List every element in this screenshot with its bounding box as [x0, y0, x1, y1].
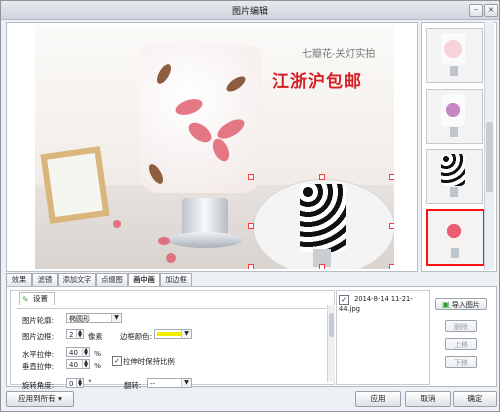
resize-handle-top-left[interactable]	[248, 174, 254, 180]
tab-add-border[interactable]: 加边框	[160, 273, 192, 286]
window-title: 图片编辑	[231, 7, 268, 17]
thumbnail-scroll-thumb[interactable]	[486, 122, 493, 192]
resize-handle-left[interactable]	[248, 223, 254, 229]
settings-tab[interactable]: ✎ 设置	[19, 292, 55, 305]
lamp-foot	[168, 232, 242, 248]
lamp-thumbnail-cow-icon	[441, 154, 465, 186]
tab-effect[interactable]: 效果	[6, 273, 32, 286]
settings-box: ✎ 设置 图片轮廓: 椭圆形 ▼ 图片边框: 2 ▲ ▼ 像素 边框颜色: ▼ 水平拉…	[10, 290, 335, 390]
flower-lampshade	[139, 45, 262, 193]
border-unit: 像素	[88, 332, 103, 341]
border-label: 图片边框:	[22, 332, 55, 341]
vertical-stretch-unit: %	[94, 361, 102, 370]
chevron-down-icon: ▼	[181, 330, 191, 338]
file-checkbox[interactable]: ✓	[339, 295, 349, 305]
footer: 应用到所有 ▾ 应用 取消 确定	[6, 389, 497, 407]
check-icon: ✓	[341, 296, 347, 304]
spin-arrows-icon: ▲ ▼	[76, 330, 83, 339]
chevron-down-icon: ▾	[58, 394, 62, 403]
resize-handle-bottom-left[interactable]	[248, 264, 254, 269]
chevron-down-icon: ▼	[181, 379, 191, 387]
tab-decoration[interactable]: 点缀图	[96, 273, 128, 286]
lamp-thumbnail-purple-icon	[441, 94, 465, 126]
minimize-button[interactable]: –	[469, 4, 483, 17]
resize-handle-bottom-right[interactable]	[389, 264, 394, 269]
ok-button[interactable]: 确定	[453, 391, 497, 407]
border-width-stepper[interactable]: 2 ▲ ▼	[66, 329, 84, 339]
thumbnail-scrollbar[interactable]	[484, 22, 494, 270]
vertical-stretch-label: 垂直拉伸:	[22, 362, 55, 371]
delete-button[interactable]: 删除	[445, 320, 477, 332]
thumbnail-1[interactable]	[426, 28, 483, 83]
image-editor-window: 图片编辑 – × 七瓣花-关灯实拍 江浙沪包邮 效果 滤镜 添加文字 点缀图 画…	[0, 0, 500, 412]
border-color-picker[interactable]: ▼	[154, 329, 192, 339]
list-item[interactable]: ✓ 2014-8-14 11-21-44.jpg	[339, 294, 425, 313]
rotate-angle-stepper[interactable]: 0 ▲ ▼	[66, 378, 84, 388]
horizontal-stretch-stepper[interactable]: 40 ▲ ▼	[66, 347, 90, 357]
horizontal-stretch-label: 水平拉伸:	[22, 350, 55, 359]
border-color-swatch	[157, 332, 181, 336]
chevron-down-icon: ▼	[111, 314, 121, 322]
lamp-thumbnail-pink-icon	[441, 33, 465, 65]
move-up-button[interactable]: 上移	[445, 338, 477, 350]
flip-select[interactable]: -- ▼	[147, 378, 192, 388]
vertical-stretch-stepper[interactable]: 40 ▲ ▼	[66, 359, 90, 369]
apply-all-dropdown[interactable]: 应用到所有 ▾	[6, 391, 74, 407]
settings-scrollbar[interactable]	[327, 305, 335, 382]
picture-in-picture-oval[interactable]	[253, 179, 394, 269]
import-icon: ▣	[442, 300, 450, 309]
check-icon: ✓	[114, 357, 120, 365]
title-bar: 图片编辑 – ×	[1, 1, 499, 20]
picture-file-list[interactable]: ✓ 2014-8-14 11-21-44.jpg	[336, 290, 430, 385]
rotate-unit: °	[88, 378, 92, 387]
settings-content: 图片轮廓: 椭圆形 ▼ 图片边框: 2 ▲ ▼ 像素 边框颜色: ▼ 水平拉伸: 40…	[17, 308, 326, 390]
brush-icon: ✎	[22, 295, 29, 304]
image-preview: 七瓣花-关灯实拍 江浙沪包邮	[6, 22, 418, 272]
spin-arrows-icon: ▲ ▼	[82, 348, 89, 357]
thumbnail-3[interactable]	[426, 149, 483, 204]
photo-frame-decoration	[40, 146, 110, 224]
apply-button[interactable]: 应用	[355, 391, 401, 407]
promo-title: 江浙沪包邮	[272, 72, 362, 92]
resize-handle-bottom[interactable]	[319, 264, 325, 269]
resize-handle-top-right[interactable]	[389, 174, 394, 180]
lamp-thumbnail-flower-icon	[442, 215, 466, 247]
tab-picture-in-picture[interactable]: 画中画	[128, 273, 160, 287]
file-name: 2014-8-14 11-21-44.jpg	[339, 295, 413, 313]
keep-ratio-checkbox[interactable]: ✓	[112, 356, 122, 366]
keep-ratio-label: 拉伸时保持比例	[123, 357, 175, 366]
close-button[interactable]: ×	[484, 4, 498, 17]
spin-arrows-icon: ▲ ▼	[82, 360, 89, 369]
outline-label: 图片轮廓:	[22, 316, 55, 325]
cow-pattern-lamp	[300, 184, 346, 252]
import-image-button[interactable]: ▣ 导入图片	[435, 298, 487, 310]
product-photo: 七瓣花-关灯实拍 江浙沪包邮	[35, 25, 394, 269]
cancel-button[interactable]: 取消	[405, 391, 451, 407]
resize-handle-right[interactable]	[389, 223, 394, 229]
horizontal-stretch-unit: %	[94, 349, 102, 358]
thumbnail-4-selected[interactable]	[426, 209, 485, 266]
thumbnail-2[interactable]	[426, 89, 483, 144]
resize-handle-top[interactable]	[319, 174, 325, 180]
tab-filter[interactable]: 滤镜	[32, 273, 58, 286]
settings-scroll-thumb[interactable]	[329, 313, 334, 337]
tab-add-text[interactable]: 添加文字	[58, 273, 96, 286]
promo-subtitle: 七瓣花-关灯实拍	[302, 49, 376, 60]
border-color-label: 边框颜色:	[120, 332, 153, 341]
picture-in-picture-panel: ✎ 设置 图片轮廓: 椭圆形 ▼ 图片边框: 2 ▲ ▼ 像素 边框颜色: ▼ 水平拉…	[6, 286, 497, 390]
outline-select[interactable]: 椭圆形 ▼	[66, 313, 122, 323]
spin-arrows-icon: ▲ ▼	[76, 379, 83, 388]
file-action-buttons: ▣ 导入图片 删除 上移 下移	[433, 290, 491, 383]
move-down-button[interactable]: 下移	[445, 356, 477, 368]
